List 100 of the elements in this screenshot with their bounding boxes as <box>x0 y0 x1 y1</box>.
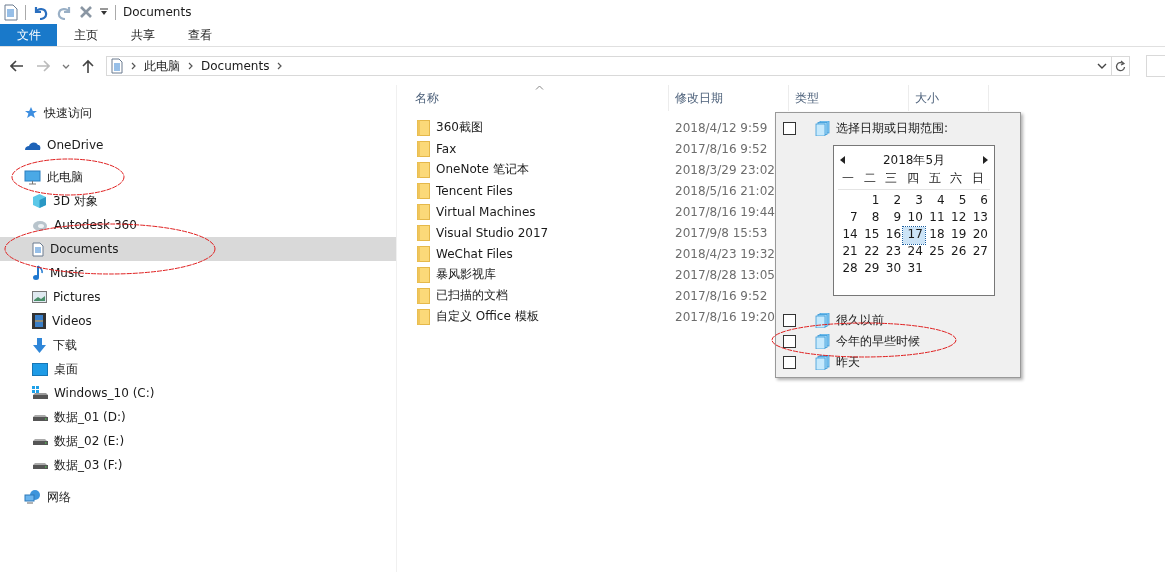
calendar-day[interactable]: 16 <box>881 227 904 244</box>
music-note-icon <box>32 265 44 281</box>
date-cell-text: 2017/8/28 13:05 <box>674 267 775 282</box>
sidebar-item[interactable]: OneDrive <box>0 133 396 157</box>
sidebar-item[interactable]: Windows_10 (C:) <box>0 381 396 405</box>
column-header[interactable]: 类型 <box>789 85 909 111</box>
file-name[interactable]: OneNote 笔记本 <box>417 161 669 178</box>
calendar-day[interactable]: 4 <box>924 193 947 210</box>
calendar-day[interactable]: 3 <box>903 193 925 210</box>
calendar-day[interactable]: 12 <box>946 210 969 227</box>
sidebar-item[interactable]: Pictures <box>0 285 396 309</box>
next-month-icon[interactable] <box>983 156 988 164</box>
calendar-day[interactable]: 25 <box>924 244 947 261</box>
chevron-right-icon[interactable] <box>131 62 136 70</box>
undo-icon[interactable] <box>33 4 49 20</box>
ribbon-tab[interactable]: 文件 <box>0 24 57 46</box>
checkbox[interactable] <box>783 335 796 348</box>
file-name[interactable]: 自定义 Office 模板 <box>417 308 669 325</box>
calendar-day[interactable]: 14 <box>838 227 860 244</box>
file-name[interactable]: Fax <box>417 140 669 157</box>
file-name[interactable]: WeChat Files <box>417 245 669 262</box>
calendar-day[interactable]: 21 <box>838 244 860 261</box>
refresh-button[interactable] <box>1112 56 1130 76</box>
search-field[interactable] <box>1146 55 1165 77</box>
network-icon <box>24 489 41 505</box>
chevron-right-icon[interactable] <box>188 62 193 70</box>
calendar-day[interactable]: 8 <box>859 210 882 227</box>
column-header[interactable]: 修改日期 <box>669 85 789 111</box>
delete-icon[interactable] <box>79 5 93 19</box>
filter-option[interactable]: 选择日期或日期范围: <box>836 120 949 137</box>
sidebar-item[interactable]: 快速访问 <box>0 101 396 125</box>
sidebar-item[interactable]: Videos <box>0 309 396 333</box>
calendar-day[interactable]: 17 <box>903 227 925 244</box>
date-cell-text: 2018/5/16 21:02 <box>674 183 775 198</box>
swirl-icon <box>32 218 48 232</box>
sidebar-item[interactable]: Documents <box>0 237 396 261</box>
folder-icon <box>417 308 430 325</box>
up-arrow-icon[interactable] <box>82 59 94 73</box>
calendar-day[interactable]: 5 <box>946 193 969 210</box>
calendar-day[interactable]: 10 <box>903 210 925 227</box>
chevron-down-icon[interactable] <box>1097 63 1107 69</box>
calendar-day[interactable]: 20 <box>968 227 990 244</box>
ribbon-tab[interactable]: 主页 <box>57 24 114 46</box>
file-name[interactable]: Tencent Files <box>417 182 669 199</box>
calendar-day[interactable]: 29 <box>859 261 882 278</box>
calendar-day[interactable]: 26 <box>946 244 969 261</box>
chevron-right-icon[interactable] <box>277 62 283 70</box>
sidebar-item[interactable]: 网络 <box>0 485 396 509</box>
sidebar-item[interactable]: 桌面 <box>0 357 396 381</box>
calendar-day[interactable]: 15 <box>859 227 882 244</box>
previous-month-icon[interactable] <box>840 156 845 164</box>
chevron-down-icon[interactable] <box>62 63 70 69</box>
document-icon[interactable] <box>4 3 18 21</box>
column-header[interactable]: 大小 <box>909 85 989 111</box>
file-name[interactable]: 360截图 <box>417 119 669 136</box>
sidebar-item[interactable]: 此电脑 <box>0 165 396 189</box>
calendar-day[interactable]: 9 <box>881 210 904 227</box>
checkbox[interactable] <box>783 356 796 369</box>
calendar-day[interactable]: 2 <box>881 193 904 210</box>
file-name[interactable]: 已扫描的文档 <box>417 287 669 304</box>
sidebar-item[interactable]: 3D 对象 <box>0 189 396 213</box>
calendar-day[interactable]: 6 <box>968 193 990 210</box>
calendar-day[interactable]: 18 <box>924 227 947 244</box>
calendar-day[interactable]: 11 <box>924 210 947 227</box>
star-icon <box>24 106 38 120</box>
checkbox[interactable] <box>783 314 796 327</box>
calendar-day[interactable]: 13 <box>968 210 990 227</box>
calendar-month[interactable]: 2018年5月 <box>882 151 946 169</box>
filter-option[interactable]: 昨天 <box>836 354 860 371</box>
checkbox[interactable] <box>783 122 796 135</box>
back-arrow-icon[interactable] <box>10 60 24 72</box>
address-field[interactable]: 此电脑 Documents <box>106 56 1112 76</box>
calendar-day[interactable]: 31 <box>903 261 925 278</box>
calendar-day[interactable]: 27 <box>968 244 990 261</box>
film-icon <box>32 313 46 329</box>
sidebar-item[interactable]: 数据_02 (E:) <box>0 429 396 453</box>
file-name[interactable]: Virtual Machines <box>417 203 669 220</box>
calendar-day[interactable]: 19 <box>946 227 969 244</box>
customize-dropdown-icon[interactable] <box>100 8 108 16</box>
sidebar-item[interactable]: 下载 <box>0 333 396 357</box>
breadcrumb[interactable]: 此电脑 <box>144 57 180 75</box>
file-name[interactable]: 暴风影视库 <box>417 266 669 283</box>
ribbon-tab[interactable]: 共享 <box>114 24 171 46</box>
filter-option[interactable]: 今年的早些时候 <box>836 333 920 350</box>
calendar-day[interactable]: 30 <box>881 261 904 278</box>
calendar-day[interactable]: 7 <box>838 210 860 227</box>
sidebar-item[interactable]: 数据_03 (F:) <box>0 453 396 477</box>
file-name[interactable]: Visual Studio 2017 <box>417 224 669 241</box>
sidebar-item[interactable]: 数据_01 (D:) <box>0 405 396 429</box>
document-icon <box>32 241 44 257</box>
calendar-day[interactable]: 23 <box>881 244 904 261</box>
calendar-day[interactable]: 24 <box>903 244 925 261</box>
column-header[interactable]: 名称 <box>397 85 669 111</box>
folder-icon <box>417 119 430 136</box>
breadcrumb[interactable]: Documents <box>201 59 270 73</box>
calendar-day[interactable]: 22 <box>859 244 882 261</box>
folder-icon <box>417 287 430 304</box>
ribbon-tab[interactable]: 查看 <box>171 24 228 46</box>
calendar-day[interactable]: 1 <box>859 193 882 210</box>
calendar-day[interactable]: 28 <box>838 261 860 278</box>
